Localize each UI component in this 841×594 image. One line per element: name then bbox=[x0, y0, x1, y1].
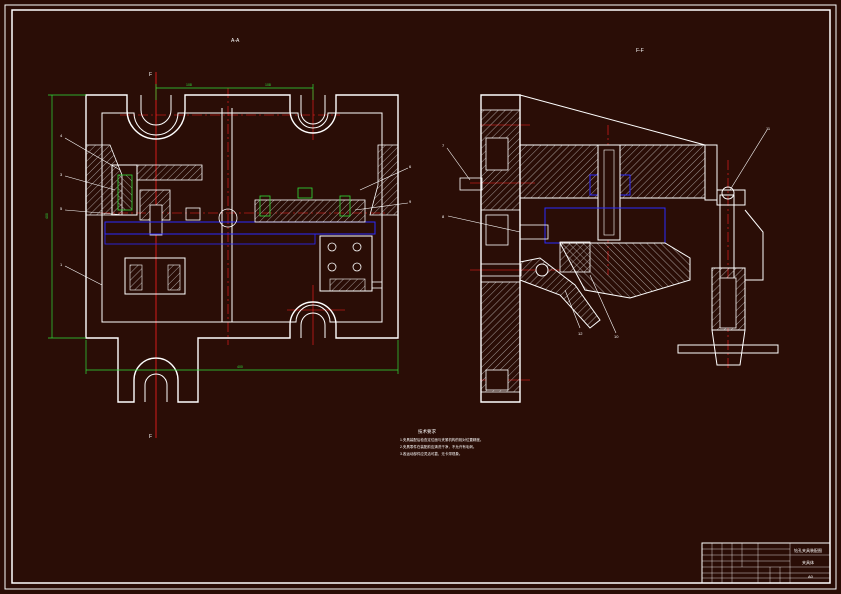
drawing-name: 钻孔夹具装配图 bbox=[794, 547, 822, 553]
dim-width: 400 bbox=[237, 365, 243, 369]
balloon-12: 12 bbox=[578, 331, 583, 336]
notes-title: 技术要求 bbox=[418, 428, 436, 435]
section-mark-top: F bbox=[149, 72, 152, 78]
notes-line-1: 1.夹具装配后检查定位面与夹紧机构的相对位置精度。 bbox=[400, 437, 483, 442]
sliding-plate bbox=[254, 199, 366, 223]
balloon-10: 10 bbox=[614, 334, 619, 339]
drill-bushing bbox=[597, 144, 621, 241]
notes-line-3: 3.各运动部件应灵活可靠，无卡滞现象。 bbox=[400, 451, 462, 456]
left-view-title: A-A bbox=[231, 38, 240, 44]
dim-top-right: 108 bbox=[265, 83, 271, 87]
screw-bushing bbox=[117, 174, 133, 211]
dim-top-left: 108 bbox=[186, 83, 192, 87]
upper-clamp-plate bbox=[136, 164, 203, 181]
sheet-size: A0 bbox=[808, 574, 814, 579]
section-mark-bottom: F bbox=[149, 434, 152, 440]
locating-pin bbox=[149, 204, 163, 236]
cad-drawing-canvas: A-A F F 108 108 400 400 4 3 5 1 6 9 F-F … bbox=[0, 0, 841, 594]
notes-line-2: 2.夹具零件在装配前应清洗干净，不允许有毛刺。 bbox=[400, 444, 476, 449]
lever-pivot bbox=[535, 263, 549, 277]
dim-height: 400 bbox=[45, 213, 49, 219]
part-name: 夹具体 bbox=[802, 559, 814, 565]
right-view-title: F-F bbox=[636, 48, 644, 54]
